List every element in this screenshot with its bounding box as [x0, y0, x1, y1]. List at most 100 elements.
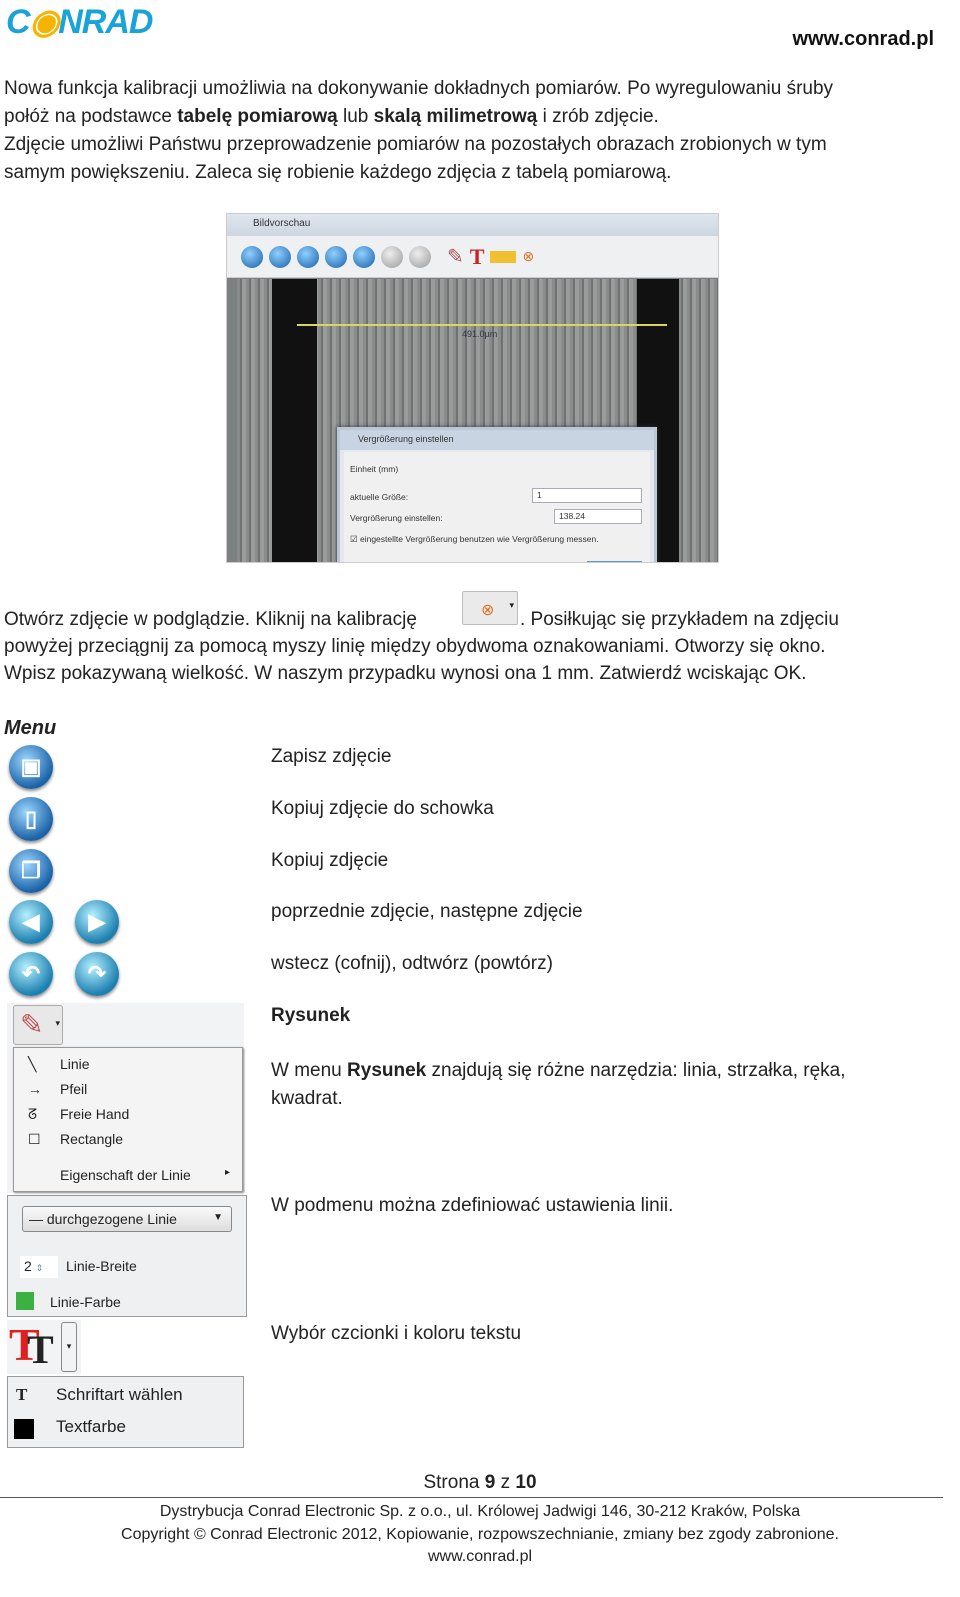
menu-item-clipboard: Kopiuj zdjęcie do schowka: [271, 798, 494, 819]
fill-icon: [490, 250, 517, 263]
instr-line-2: powyżej przeciągnij za pomocą myszy lini…: [4, 636, 826, 657]
drawing-menu-screenshot: ✎ ▾ ╲ Linie → Pfeil ᘔ Freie Hand ☐ Rectangle …: [7, 1003, 244, 1193]
text-menu: T Schriftart wählen Textfarbe: [7, 1376, 244, 1448]
window-title: Bildvorschau: [227, 214, 718, 236]
footer-line-3: www.conrad.pl: [427, 1548, 533, 1565]
conrad-logo: C◉NRAD: [6, 3, 153, 41]
line-color-swatch[interactable]: [16, 1292, 34, 1310]
line-style-value: durchgezogene Linie: [46, 1211, 177, 1227]
menu-pfeil[interactable]: Pfeil: [60, 1081, 87, 1097]
menu-item-prev-next: poprzednie zdjęcie, następne zdjęcie: [271, 901, 583, 922]
intro-line-2: połóż na podstawce tabelę pomiarową lub …: [4, 103, 659, 131]
drawing-desc: W menu Rysunek znajdują się różne narzęd…: [271, 1057, 846, 1113]
menu-item-save: Zapisz zdjęcie: [271, 746, 392, 767]
dropdown-arrow-icon: ▾: [61, 1322, 77, 1372]
footer-line-2: Copyright © Conrad Electronic 2012, Kopi…: [121, 1526, 839, 1543]
magnification-label: Vergrößerung einstellen:: [350, 513, 443, 523]
next-icon: [353, 245, 375, 268]
measure-line: [297, 324, 667, 326]
line-color-label: Linie-Farbe: [50, 1294, 121, 1310]
text: kwadrat.: [271, 1088, 343, 1109]
line-width-stepper[interactable]: 2 ⇕: [20, 1256, 58, 1278]
size-input[interactable]: 1: [532, 488, 642, 503]
line-properties-panel: — durchgezogene Linie ▼ 2 ⇕ Linie-Breite …: [7, 1195, 247, 1317]
redo-icon: [409, 245, 431, 268]
text: z: [495, 1472, 516, 1493]
footer-divider: [0, 1497, 943, 1498]
pencil-icon: ✎: [20, 1009, 44, 1040]
text: znajdują się różne narzędzia: linia, str…: [426, 1060, 846, 1081]
header-url: www.conrad.pl: [792, 28, 935, 50]
menu-heading: Menu: [4, 717, 57, 739]
text: Strona: [423, 1472, 485, 1493]
menu-linie[interactable]: Linie: [60, 1056, 90, 1072]
chevron-down-icon: ▼: [213, 1212, 223, 1223]
microscope-image: 491.0µm Vergrößerung einstellen Einheit …: [237, 279, 718, 562]
font-icon: T: [16, 1385, 28, 1404]
text: 10: [515, 1472, 537, 1493]
save-icon: ▣: [9, 745, 53, 789]
menu-freie-hand[interactable]: Freie Hand: [60, 1106, 129, 1122]
text: i zrób zdjęcie.: [537, 106, 659, 127]
checkbox-label: eingestellte Vergrößerung benutzen wie V…: [359, 534, 599, 544]
text-color-swatch: [14, 1419, 34, 1439]
calibration-dialog: Vergrößerung einstellen Einheit (mm) akt…: [337, 427, 657, 562]
line-icon: ╲: [28, 1056, 37, 1072]
text: lub: [337, 106, 374, 127]
menu-text-color[interactable]: Textfarbe: [56, 1417, 126, 1437]
text-button: T T ▾: [7, 1319, 81, 1374]
dropdown-arrow-icon: ▾: [55, 1018, 60, 1028]
instr-line-1b: . Posiłkując się przykładem na zdjęciu: [520, 609, 839, 630]
font-desc: Wybór czcionki i koloru tekstu: [271, 1323, 522, 1344]
text-icon: T: [469, 243, 485, 269]
clipboard-icon: ▯: [9, 797, 53, 841]
copy-icon: ❐: [9, 849, 53, 893]
bold-text: Rysunek: [347, 1060, 427, 1081]
undo-icon: [381, 245, 403, 268]
intro-line-4: samym powiększeniu. Zaleca się robienie …: [4, 162, 672, 183]
next-icon: ▶: [75, 900, 119, 944]
footer-line-1: Dystrybucja Conrad Electronic Sp. z o.o.…: [159, 1503, 801, 1520]
pencil-button: ✎ ▾: [13, 1005, 63, 1045]
dialog-title: Vergrößerung einstellen: [340, 430, 654, 450]
rectangle-icon: ☐: [28, 1131, 41, 1147]
submenu-desc: W podmenu można zdefiniować ustawienia l…: [271, 1195, 674, 1216]
calibration-icon: ⊗: [522, 248, 535, 264]
submenu-arrow-icon: ▸: [224, 1167, 230, 1178]
text: W menu: [271, 1060, 348, 1081]
menu-rectangle[interactable]: Rectangle: [60, 1131, 123, 1147]
intro-line-3: Zdjęcie umożliwi Państwu przeprowadzenie…: [4, 134, 827, 155]
line-width-label: Linie-Breite: [66, 1258, 137, 1274]
redo-icon: ↷: [75, 952, 119, 996]
previous-icon: ◀: [9, 900, 53, 944]
size-label: aktuelle Größe:: [350, 492, 409, 502]
checkbox-row[interactable]: ☑ eingestellte Vergrößerung benutzen wie…: [350, 534, 599, 545]
calibration-screenshot: Bildvorschau ✎ T ⊗ 491.0µm Vergrößerung …: [226, 213, 719, 563]
save-icon: [241, 245, 263, 268]
text: 9: [484, 1472, 496, 1493]
bold-text: skalą milimetrową: [373, 106, 538, 127]
copy-icon: [297, 245, 319, 268]
menu-item-copy: Kopiuj zdjęcie: [271, 850, 389, 871]
drawing-dropdown: ╲ Linie → Pfeil ᘔ Freie Hand ☐ Rectangle Eig…: [13, 1047, 243, 1192]
intro-line-1: Nowa funkcja kalibracji umożliwia na dok…: [4, 78, 834, 99]
calibration-button-icon: ⊗ ▾: [462, 591, 518, 625]
menu-item-drawing: Rysunek: [271, 1005, 351, 1026]
bold-text: tabelę pomiarową: [177, 106, 338, 127]
menu-item-undo-redo: wstecz (cofnij), odtwórz (powtórz): [271, 953, 553, 974]
menu-line-properties[interactable]: Eigenschaft der Linie: [60, 1167, 191, 1183]
arrow-icon: →: [28, 1081, 42, 1097]
ok-button[interactable]: OK: [587, 561, 642, 562]
clipboard-icon: [269, 245, 291, 268]
unit-label: Einheit (mm): [350, 464, 399, 474]
page-number: Strona 9 z 10: [0, 1472, 960, 1494]
freehand-icon: ᘔ: [28, 1106, 38, 1122]
measure-label: 491.0µm: [462, 329, 498, 339]
pencil-icon: ✎: [447, 246, 464, 268]
magnification-input[interactable]: 138.24: [554, 509, 642, 524]
menu-choose-font[interactable]: Schriftart wählen: [56, 1385, 183, 1405]
undo-icon: ↶: [9, 952, 53, 996]
prev-icon: [325, 245, 347, 268]
line-style-select[interactable]: — durchgezogene Linie ▼: [22, 1206, 232, 1232]
line-width-value: 2: [24, 1258, 32, 1274]
